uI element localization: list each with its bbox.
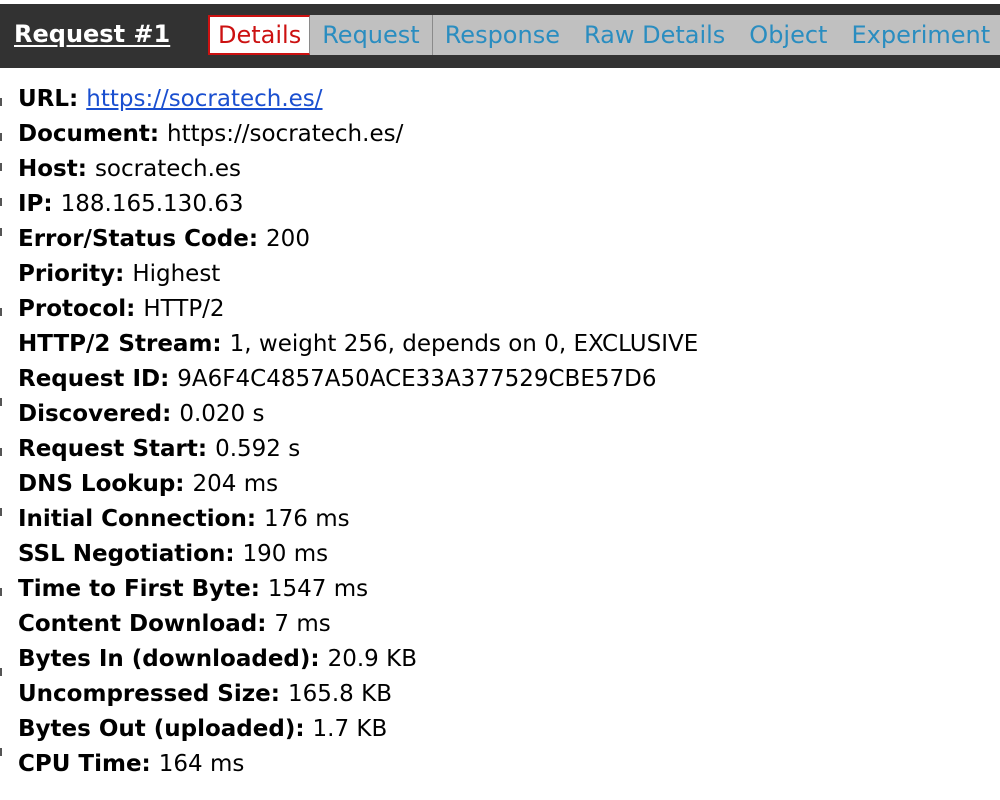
panel-header: Request #1 Details Request Response Raw … xyxy=(0,4,1000,68)
detail-row-url: URL: https://socratech.es/ xyxy=(18,82,988,117)
detail-value: 164 ms xyxy=(158,751,245,777)
request-details-panel: Request #1 Details Request Response Raw … xyxy=(0,0,1000,800)
detail-row-content-download: Content Download: 7 ms xyxy=(18,607,988,642)
detail-value: 165.8 KB xyxy=(287,681,392,707)
detail-value: 9A6F4C4857A50ACE33A377529CBE57D6 xyxy=(177,366,657,392)
detail-row-protocol: Protocol: HTTP/2 xyxy=(18,292,988,327)
detail-row-request-start: Request Start: 0.592 s xyxy=(18,432,988,467)
detail-label: IP: xyxy=(18,191,61,217)
detail-label: Error/Status Code: xyxy=(18,226,267,252)
detail-label: Bytes In (downloaded): xyxy=(18,646,328,672)
detail-row-http2-stream: HTTP/2 Stream: 1, weight 256, depends on… xyxy=(18,327,988,362)
detail-row-dns-lookup: DNS Lookup: 204 ms xyxy=(18,467,988,502)
detail-row-uncompressed-size: Uncompressed Size: 165.8 KB xyxy=(18,677,988,712)
detail-value: 188.165.130.63 xyxy=(60,191,244,217)
details-list: URL: https://socratech.es/ Document: htt… xyxy=(18,82,988,782)
detail-value: HTTP/2 xyxy=(143,296,225,322)
detail-row-priority: Priority: Highest xyxy=(18,257,988,292)
detail-label: Request Start: xyxy=(18,436,216,462)
detail-row-document: Document: https://socratech.es/ xyxy=(18,117,988,152)
detail-label: Uncompressed Size: xyxy=(18,681,288,707)
detail-label: Priority: xyxy=(18,261,133,287)
detail-row-bytes-out: Bytes Out (uploaded): 1.7 KB xyxy=(18,712,988,747)
detail-label: Bytes Out (uploaded): xyxy=(18,716,313,742)
detail-row-cpu-time: CPU Time: 164 ms xyxy=(18,747,988,782)
detail-value: https://socratech.es/ xyxy=(167,121,404,147)
tab-bar: Details Request Response Raw Details Obj… xyxy=(208,15,1000,55)
detail-value: 176 ms xyxy=(264,506,350,532)
detail-value: 1, weight 256, depends on 0, EXCLUSIVE xyxy=(229,331,699,357)
detail-value: 1547 ms xyxy=(267,576,369,602)
detail-row-discovered: Discovered: 0.020 s xyxy=(18,397,988,432)
detail-value: 200 xyxy=(266,226,310,252)
detail-label: Protocol: xyxy=(18,296,144,322)
request-title-link[interactable]: Request #1 xyxy=(14,20,170,48)
detail-label: Request ID: xyxy=(18,366,178,392)
tab-experiment[interactable]: Experiment xyxy=(839,15,1000,55)
detail-row-bytes-in: Bytes In (downloaded): 20.9 KB xyxy=(18,642,988,677)
tab-request[interactable]: Request xyxy=(310,15,433,55)
detail-value: 204 ms xyxy=(192,471,279,497)
detail-label: SSL Negotiation: xyxy=(18,541,243,567)
detail-label: Content Download: xyxy=(18,611,275,637)
detail-label: Document: xyxy=(18,121,168,147)
detail-row-host: Host: socratech.es xyxy=(18,152,988,187)
detail-row-request-id: Request ID: 9A6F4C4857A50ACE33A377529CBE… xyxy=(18,362,988,397)
detail-label: CPU Time: xyxy=(18,751,159,777)
detail-row-initial-connection: Initial Connection: 176 ms xyxy=(18,502,988,537)
detail-row-status-code: Error/Status Code: 200 xyxy=(18,222,988,257)
detail-label: Discovered: xyxy=(18,401,180,427)
detail-value: 20.9 KB xyxy=(327,646,417,672)
tab-details[interactable]: Details xyxy=(208,15,311,55)
tab-object[interactable]: Object xyxy=(737,15,839,55)
detail-value: 190 ms xyxy=(242,541,329,567)
detail-label: URL: xyxy=(18,86,87,112)
tab-response[interactable]: Response xyxy=(433,15,572,55)
url-link[interactable]: https://socratech.es/ xyxy=(86,86,322,112)
detail-label: Time to First Byte: xyxy=(18,576,268,602)
detail-label: Initial Connection: xyxy=(18,506,265,532)
detail-label: HTTP/2 Stream: xyxy=(18,331,230,357)
detail-value: Highest xyxy=(132,261,221,287)
left-edge-background xyxy=(0,68,5,800)
detail-value: 0.592 s xyxy=(215,436,301,462)
detail-label: Host: xyxy=(18,156,95,182)
detail-value: 0.020 s xyxy=(179,401,265,427)
detail-label: DNS Lookup: xyxy=(18,471,193,497)
detail-value: 1.7 KB xyxy=(312,716,388,742)
tab-raw-details[interactable]: Raw Details xyxy=(572,15,737,55)
detail-value: 7 ms xyxy=(274,611,331,637)
detail-row-ssl-negotiation: SSL Negotiation: 190 ms xyxy=(18,537,988,572)
detail-row-ttfb: Time to First Byte: 1547 ms xyxy=(18,572,988,607)
detail-row-ip: IP: 188.165.130.63 xyxy=(18,187,988,222)
detail-value: socratech.es xyxy=(94,156,242,182)
